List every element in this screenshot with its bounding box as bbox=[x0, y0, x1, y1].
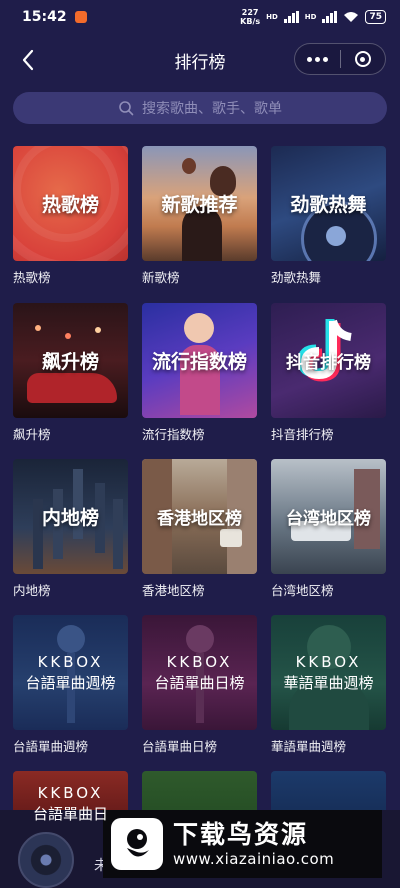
battery-icon: 75 bbox=[365, 10, 386, 24]
search-input[interactable]: 搜索歌曲、歌手、歌单 bbox=[13, 92, 387, 124]
chart-cover-title: 香港地区榜 bbox=[157, 509, 242, 529]
signal-icon-2 bbox=[322, 11, 338, 23]
chart-cover-title: 台湾地区榜 bbox=[286, 509, 371, 529]
network-speed-value: 227 bbox=[241, 8, 259, 17]
back-button[interactable] bbox=[14, 46, 42, 74]
chart-cover-title: KKBOX 台語單曲日 bbox=[33, 783, 108, 825]
chart-cover-subtitle: 台語單曲日 bbox=[32, 805, 108, 823]
chart-cover[interactable]: KKBOX 台語單曲週榜 bbox=[13, 615, 128, 730]
watermark-title: 下载鸟资源 bbox=[173, 820, 309, 849]
watermark-url: www.xiazainiao.com bbox=[173, 850, 335, 868]
nav-bar: 排行榜 bbox=[0, 38, 400, 82]
chart-label: 華語單曲週榜 bbox=[271, 739, 347, 754]
chart-card-hot-songs[interactable]: 热歌榜 热歌榜 bbox=[13, 146, 128, 286]
chart-cover-title: KKBOX 台語單曲日榜 bbox=[154, 652, 244, 694]
chart-cover-subtitle: 華語單曲週榜 bbox=[283, 673, 374, 692]
chart-label: 内地榜 bbox=[13, 583, 51, 598]
status-time: 15:42 bbox=[22, 9, 67, 25]
close-mini-program-button[interactable] bbox=[341, 44, 386, 74]
chart-label: 热歌榜 bbox=[13, 270, 51, 285]
chart-card-new-songs[interactable]: 新歌推荐 新歌榜 bbox=[142, 146, 257, 286]
kkbox-brand: KKBOX bbox=[166, 652, 233, 671]
chart-label: 香港地区榜 bbox=[142, 583, 205, 598]
chart-cover-title: 飙升榜 bbox=[41, 351, 99, 373]
chart-cover-title: 劲歌热舞 bbox=[290, 194, 367, 216]
mini-program-capsule bbox=[294, 43, 386, 75]
chart-cover-title: KKBOX 台語單曲週榜 bbox=[25, 652, 115, 694]
chart-card-rising[interactable]: 飙升榜 飙升榜 bbox=[13, 303, 128, 443]
chart-card-mainland[interactable]: 内地榜 内地榜 bbox=[13, 459, 128, 599]
bird-logo-icon bbox=[127, 829, 149, 857]
chart-label: 流行指数榜 bbox=[142, 427, 205, 442]
chart-label: 台語單曲週榜 bbox=[13, 739, 89, 754]
chart-cover-title: 抖音排行榜 bbox=[286, 353, 371, 373]
kkbox-brand: KKBOX bbox=[37, 652, 104, 671]
notification-app-icon bbox=[74, 11, 87, 23]
chart-cover-title: 新歌推荐 bbox=[161, 194, 238, 216]
chart-cover-title: 热歌榜 bbox=[41, 194, 99, 216]
signal-icon-1 bbox=[283, 11, 299, 23]
chart-label: 新歌榜 bbox=[142, 270, 180, 285]
chart-cover[interactable]: KKBOX 華語單曲週榜 bbox=[271, 615, 386, 730]
page-title: 排行榜 bbox=[174, 52, 226, 73]
chart-cover[interactable]: 流行指数榜 bbox=[142, 303, 257, 418]
chart-cover-subtitle: 台語單曲日榜 bbox=[154, 673, 245, 692]
chart-card-taiwan[interactable]: 台湾地区榜 台湾地区榜 bbox=[271, 459, 386, 599]
chevron-left-icon bbox=[22, 49, 34, 71]
chart-cover-subtitle: 台語單曲週榜 bbox=[25, 673, 116, 692]
chart-label: 抖音排行榜 bbox=[271, 427, 334, 442]
chart-cover[interactable]: 内地榜 bbox=[13, 459, 128, 574]
chart-cover-title: KKBOX 華語單曲週榜 bbox=[283, 652, 373, 694]
more-icon bbox=[306, 56, 328, 62]
chart-cover[interactable]: 抖音排行榜 bbox=[271, 303, 386, 418]
chart-cover[interactable]: KKBOX 台語單曲日榜 bbox=[142, 615, 257, 730]
chart-card-kkbox-taiwanese-weekly[interactable]: KKBOX 台語單曲週榜 台語單曲週榜 bbox=[13, 615, 128, 755]
chart-card-douyin[interactable]: 抖音排行榜 抖音排行榜 bbox=[271, 303, 386, 443]
status-bar: 15:42 227 KB/s HD HD 75 bbox=[0, 0, 400, 34]
more-button[interactable] bbox=[295, 44, 340, 74]
search-placeholder: 搜索歌曲、歌手、歌单 bbox=[142, 101, 282, 117]
chart-card-kkbox-taiwanese-daily[interactable]: KKBOX 台語單曲日榜 台語單曲日榜 bbox=[142, 615, 257, 755]
hd-label-1: HD bbox=[266, 13, 278, 21]
chart-card-pop-index[interactable]: 流行指数榜 流行指数榜 bbox=[142, 303, 257, 443]
kkbox-brand: KKBOX bbox=[37, 784, 104, 802]
battery-level: 75 bbox=[369, 12, 382, 22]
target-icon bbox=[354, 51, 371, 67]
chart-label: 飙升榜 bbox=[13, 427, 51, 442]
chart-label: 劲歌热舞 bbox=[271, 270, 322, 285]
chart-card-hongkong[interactable]: 香港地区榜 香港地区榜 bbox=[142, 459, 257, 599]
kkbox-brand: KKBOX bbox=[295, 652, 362, 671]
chart-cover[interactable]: 香港地区榜 bbox=[142, 459, 257, 574]
chart-cover[interactable]: 飙升榜 bbox=[13, 303, 128, 418]
wifi-icon bbox=[344, 12, 359, 22]
chart-card-dance[interactable]: 劲歌热舞 劲歌热舞 bbox=[271, 146, 386, 286]
watermark-logo-icon bbox=[111, 818, 163, 870]
chart-cover-title: 内地榜 bbox=[41, 507, 99, 529]
chart-card-kkbox-mandarin-weekly[interactable]: KKBOX 華語單曲週榜 華語單曲週榜 bbox=[271, 615, 386, 755]
player-disc-icon[interactable] bbox=[18, 832, 74, 888]
chart-cover-title: 流行指数榜 bbox=[151, 351, 247, 373]
chart-cover[interactable]: 热歌榜 bbox=[13, 146, 128, 261]
network-speed: 227 KB/s bbox=[240, 8, 260, 26]
hd-label-2: HD bbox=[304, 13, 317, 21]
search-icon bbox=[119, 101, 134, 116]
network-speed-unit: KB/s bbox=[240, 17, 261, 26]
chart-label: 台語單曲日榜 bbox=[142, 739, 218, 754]
watermark-banner: 下载鸟资源 www.xiazainiao.com bbox=[103, 810, 382, 878]
chart-label: 台湾地区榜 bbox=[271, 583, 334, 598]
chart-cover[interactable]: 新歌推荐 bbox=[142, 146, 257, 261]
chart-cover[interactable]: 劲歌热舞 bbox=[271, 146, 386, 261]
chart-cover[interactable]: 台湾地区榜 bbox=[271, 459, 386, 574]
